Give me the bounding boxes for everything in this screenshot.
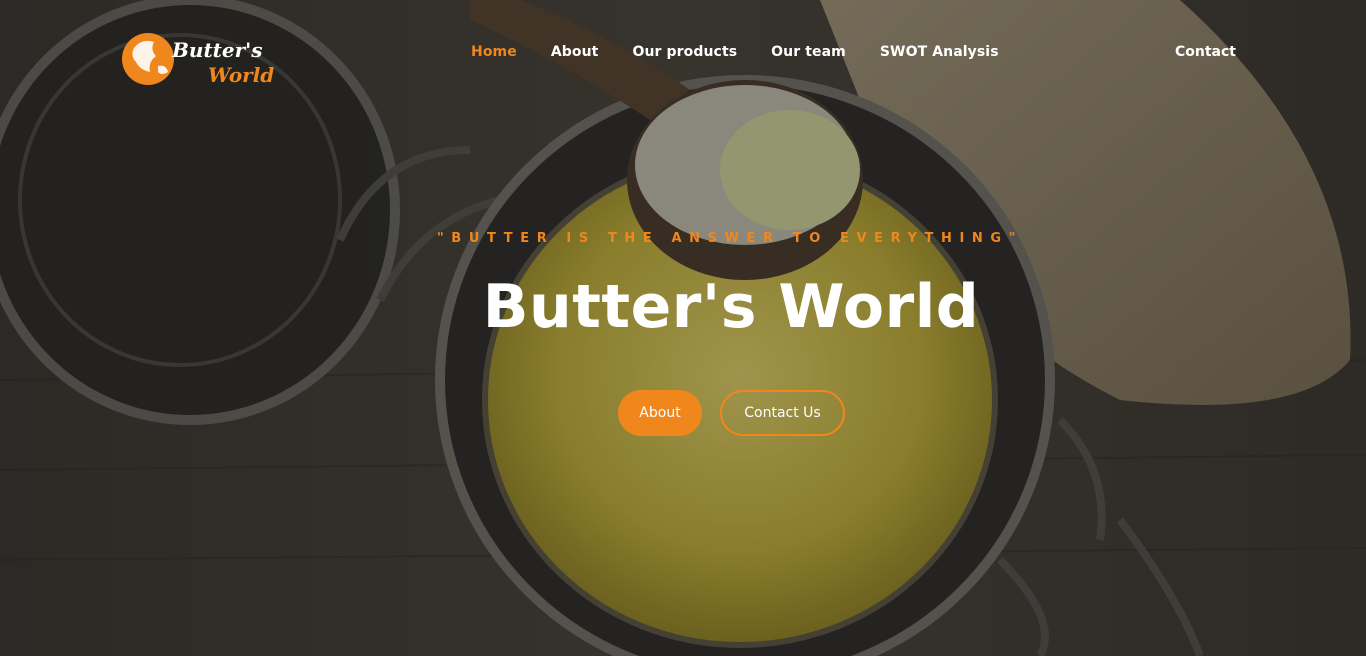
nav-contact[interactable]: Contact — [1175, 44, 1236, 60]
nav-our-team[interactable]: Our team — [771, 44, 846, 60]
nav-about[interactable]: About — [551, 44, 599, 60]
about-button[interactable]: About — [618, 390, 702, 436]
nav-our-products[interactable]: Our products — [632, 44, 737, 60]
hero-tagline: "BUTTER IS THE ANSWER TO EVERYTHING" — [436, 231, 1024, 246]
svg-text:World: World — [208, 63, 274, 87]
main-nav: Home About Our products Our team SWOT An… — [471, 44, 1033, 60]
nav-swot-analysis[interactable]: SWOT Analysis — [880, 44, 999, 60]
butters-world-logo[interactable]: Butter's World — [120, 28, 280, 90]
hero-title: Butter's World — [482, 272, 980, 342]
nav-home[interactable]: Home — [471, 44, 517, 60]
svg-text:Butter's: Butter's — [171, 38, 263, 62]
hero-section: Butter's World Home About Our products O… — [0, 0, 1366, 656]
contact-us-button[interactable]: Contact Us — [720, 390, 845, 436]
navbar: Butter's World Home About Our products O… — [0, 0, 1366, 110]
